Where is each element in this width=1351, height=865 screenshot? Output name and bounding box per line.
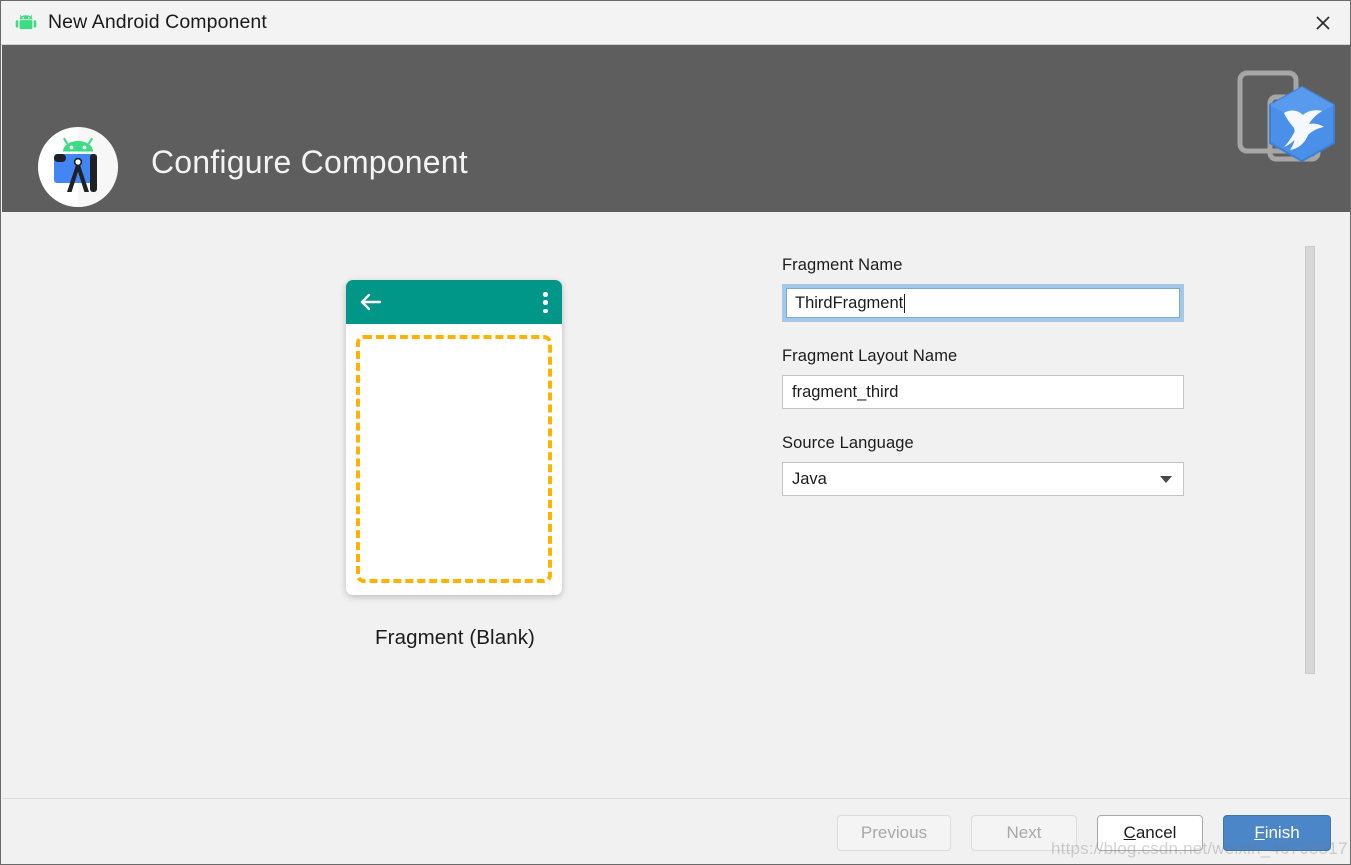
previous-button[interactable]: Previous bbox=[837, 815, 951, 851]
fragment-layout-name-label: Fragment Layout Name bbox=[782, 347, 958, 365]
preview-appbar bbox=[346, 280, 562, 324]
fragment-layout-name-input[interactable] bbox=[782, 375, 1184, 409]
chevron-down-icon bbox=[1160, 476, 1172, 483]
field-fragment-layout-name: Fragment Layout Name bbox=[782, 347, 1184, 409]
wizard-header: Configure Component bbox=[2, 45, 1350, 212]
window-title: New Android Component bbox=[48, 11, 267, 33]
field-fragment-name: Fragment Name ThirdFragment bbox=[782, 256, 1184, 322]
wizard-content: Fragment (Blank) Fragment Name ThirdFrag… bbox=[2, 212, 1350, 798]
cancel-button[interactable]: Cancel bbox=[1097, 815, 1203, 851]
cancel-label-post: ancel bbox=[1135, 823, 1177, 842]
finish-mnemonic: F bbox=[1254, 823, 1265, 842]
android-robot-icon bbox=[15, 12, 37, 34]
overflow-menu-icon bbox=[543, 292, 548, 313]
cancel-mnemonic: C bbox=[1123, 823, 1136, 842]
source-language-select[interactable]: Java bbox=[782, 462, 1184, 496]
fragment-name-input[interactable]: ThirdFragment bbox=[782, 284, 1184, 322]
dialog-footer: Previous Next Cancel Finish bbox=[2, 798, 1350, 864]
source-language-label: Source Language bbox=[782, 434, 914, 452]
android-studio-logo bbox=[37, 126, 119, 208]
template-preview: Fragment (Blank) bbox=[346, 280, 564, 650]
close-icon[interactable] bbox=[1294, 1, 1350, 44]
next-button[interactable]: Next bbox=[971, 815, 1077, 851]
page-title: Configure Component bbox=[151, 144, 468, 180]
preview-body bbox=[346, 324, 562, 595]
window-titlebar: New Android Component bbox=[1, 1, 1350, 45]
preview-caption: Fragment (Blank) bbox=[375, 626, 535, 649]
phone-preview-card bbox=[346, 280, 562, 595]
content-placeholder-outline bbox=[356, 335, 552, 583]
finish-label-post: inish bbox=[1264, 823, 1300, 842]
arrow-back-icon bbox=[360, 292, 382, 312]
source-language-value: Java bbox=[792, 469, 827, 488]
fragment-name-value: ThirdFragment bbox=[795, 293, 904, 312]
content-scrollbar-track[interactable] bbox=[1305, 246, 1315, 674]
hummingbird-device-logo bbox=[1210, 61, 1342, 179]
text-caret bbox=[904, 293, 906, 313]
new-android-component-dialog: New Android Component Configure Componen… bbox=[0, 0, 1351, 865]
finish-button[interactable]: Finish bbox=[1223, 815, 1331, 851]
field-source-language: Source Language Java bbox=[782, 434, 1184, 496]
configure-form: Fragment Name ThirdFragment Fragment Lay… bbox=[782, 256, 1184, 496]
content-scrollbar-thumb[interactable] bbox=[1305, 246, 1315, 674]
fragment-name-label: Fragment Name bbox=[782, 256, 903, 274]
